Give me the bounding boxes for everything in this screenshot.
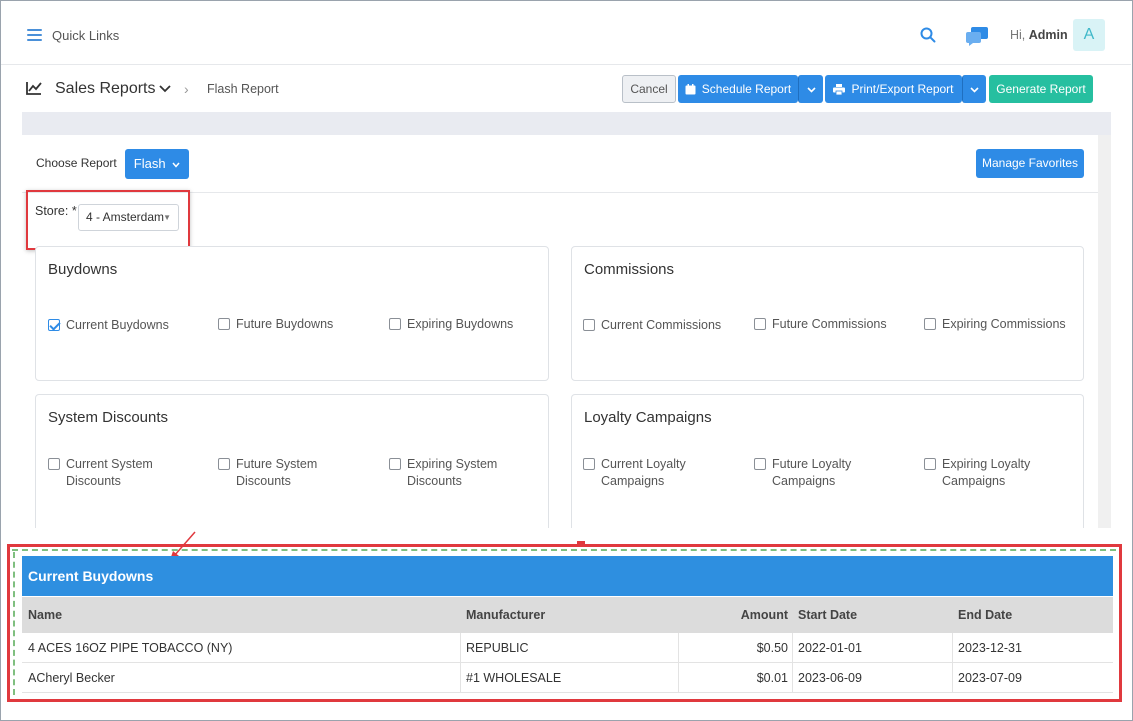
current-loyalty-campaigns-checkbox[interactable]: Current Loyalty Campaigns (583, 456, 686, 490)
quick-links-label[interactable]: Quick Links (52, 28, 119, 43)
expiring-system-discounts-checkbox[interactable]: Expiring System Discounts (389, 456, 497, 490)
card-title: Commissions (584, 261, 675, 278)
expiring-commissions-checkbox[interactable]: Expiring Commissions (924, 316, 1066, 333)
card-title: System Discounts (48, 409, 169, 426)
checkbox-icon[interactable] (583, 319, 595, 331)
future-buydowns-checkbox[interactable]: Future Buydowns (218, 316, 333, 333)
card-title: Buydowns (48, 261, 118, 278)
manage-favorites-button[interactable]: Manage Favorites (976, 149, 1084, 178)
checkbox-icon[interactable] (218, 318, 230, 330)
loyalty-campaigns-card: Loyalty Campaigns Current Loyalty Campaig… (571, 394, 1084, 528)
checkbox-checked-icon[interactable] (48, 319, 60, 331)
hamburger-menu-icon[interactable] (27, 29, 42, 42)
greeting: Hi, Admin (1010, 28, 1068, 42)
breadcrumb: Flash Report (207, 82, 279, 96)
checkbox-icon[interactable] (389, 318, 401, 330)
search-icon[interactable] (920, 27, 936, 43)
calendar-icon (685, 84, 696, 95)
expiring-buydowns-checkbox[interactable]: Expiring Buydowns (389, 316, 513, 333)
checkbox-icon[interactable] (389, 458, 401, 470)
breadcrumb-separator-icon: › (184, 81, 189, 97)
page-title[interactable]: Sales Reports (55, 80, 156, 98)
future-commissions-checkbox[interactable]: Future Commissions (754, 316, 887, 333)
checkbox-icon[interactable] (583, 458, 595, 470)
buydowns-card: Buydowns Current Buydowns Future Buydown… (35, 246, 549, 381)
system-discounts-card: System Discounts Current System Discounts… (35, 394, 549, 528)
checkbox-icon[interactable] (218, 458, 230, 470)
cancel-button[interactable]: Cancel (622, 75, 676, 103)
table-highlight-box (7, 544, 1122, 702)
checkbox-icon[interactable] (754, 458, 766, 470)
avatar[interactable]: A (1073, 19, 1105, 51)
commissions-card: Commissions Current Commissions Future C… (571, 246, 1084, 381)
expiring-loyalty-campaigns-checkbox[interactable]: Expiring Loyalty Campaigns (924, 456, 1030, 490)
current-buydowns-checkbox[interactable]: Current Buydowns (48, 317, 169, 334)
choose-report-label: Choose Report (36, 156, 117, 170)
checkbox-icon[interactable] (924, 458, 936, 470)
chevron-down-icon[interactable] (159, 84, 171, 94)
schedule-report-button[interactable]: Schedule Report (678, 75, 798, 103)
future-system-discounts-checkbox[interactable]: Future System Discounts (218, 456, 317, 490)
chevron-down-icon (172, 162, 180, 168)
user-name: Admin (1028, 28, 1068, 42)
store-highlight-box (26, 190, 190, 250)
printer-icon (833, 84, 846, 96)
chat-icon[interactable] (965, 26, 989, 46)
current-system-discounts-checkbox[interactable]: Current System Discounts (48, 456, 153, 490)
scrollbar[interactable] (1098, 135, 1111, 528)
checkbox-icon[interactable] (924, 318, 936, 330)
print-export-button[interactable]: Print/Export Report (825, 75, 962, 103)
schedule-dropdown-button[interactable] (798, 75, 823, 103)
highlight-marker (577, 541, 585, 546)
card-title: Loyalty Campaigns (584, 409, 712, 426)
checkbox-icon[interactable] (48, 458, 60, 470)
top-bar: Quick Links Hi, Admin A (1, 1, 1131, 65)
current-commissions-checkbox[interactable]: Current Commissions (583, 317, 721, 334)
print-dropdown-button[interactable] (962, 75, 986, 103)
generate-report-button[interactable]: Generate Report (989, 75, 1093, 103)
future-loyalty-campaigns-checkbox[interactable]: Future Loyalty Campaigns (754, 456, 851, 490)
chevron-down-icon (806, 87, 816, 93)
chevron-down-icon (970, 87, 979, 93)
line-chart-icon (26, 82, 42, 95)
checkbox-icon[interactable] (754, 318, 766, 330)
report-type-dropdown[interactable]: Flash (125, 149, 189, 179)
